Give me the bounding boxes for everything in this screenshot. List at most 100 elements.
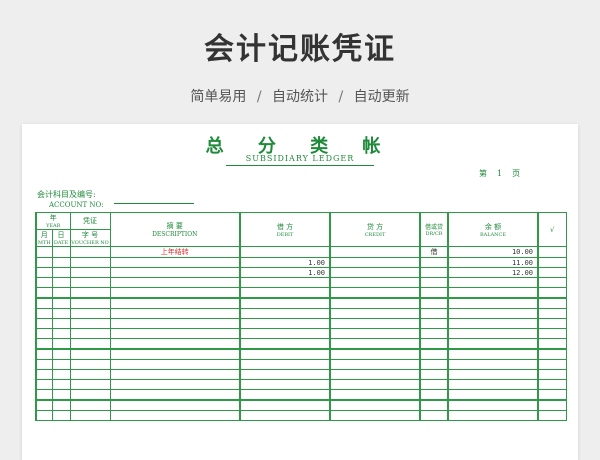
credit-cell[interactable] — [329, 297, 421, 309]
day-cell[interactable] — [51, 348, 71, 360]
dc-cell[interactable] — [419, 267, 449, 278]
check-cell[interactable] — [537, 246, 567, 258]
debit-cell[interactable] — [239, 379, 331, 390]
dc-cell[interactable] — [419, 359, 449, 370]
voucher-cell[interactable] — [69, 267, 111, 278]
balance-cell[interactable] — [447, 348, 539, 360]
debit-cell[interactable] — [239, 246, 331, 258]
month-cell[interactable] — [35, 246, 53, 258]
description-cell[interactable] — [109, 338, 241, 350]
month-cell[interactable] — [35, 389, 53, 401]
debit-cell[interactable] — [239, 389, 331, 401]
credit-cell[interactable] — [329, 399, 421, 411]
check-cell[interactable] — [537, 379, 567, 390]
check-cell[interactable] — [537, 348, 567, 360]
debit-cell[interactable]: 1.00 — [239, 257, 331, 268]
month-cell[interactable] — [35, 328, 53, 339]
month-cell[interactable] — [35, 318, 53, 329]
balance-cell[interactable] — [447, 379, 539, 390]
dc-cell[interactable] — [419, 348, 449, 360]
debit-cell[interactable] — [239, 318, 331, 329]
day-cell[interactable] — [51, 318, 71, 329]
debit-cell[interactable]: 1.00 — [239, 267, 331, 278]
voucher-cell[interactable] — [69, 348, 111, 360]
dc-cell[interactable] — [419, 338, 449, 350]
credit-cell[interactable] — [329, 410, 421, 421]
description-cell[interactable] — [109, 369, 241, 380]
dc-cell[interactable] — [419, 277, 449, 288]
credit-cell[interactable] — [329, 277, 421, 288]
check-cell[interactable] — [537, 308, 567, 319]
voucher-cell[interactable] — [69, 318, 111, 329]
month-cell[interactable] — [35, 297, 53, 309]
description-cell[interactable] — [109, 308, 241, 319]
balance-cell[interactable] — [447, 318, 539, 329]
dc-cell[interactable] — [419, 308, 449, 319]
check-cell[interactable] — [537, 359, 567, 370]
debit-cell[interactable] — [239, 410, 331, 421]
voucher-cell[interactable] — [69, 277, 111, 288]
voucher-cell[interactable] — [69, 399, 111, 411]
voucher-cell[interactable] — [69, 246, 111, 258]
check-cell[interactable] — [537, 399, 567, 411]
check-cell[interactable] — [537, 328, 567, 339]
balance-cell[interactable] — [447, 297, 539, 309]
credit-cell[interactable] — [329, 267, 421, 278]
debit-cell[interactable] — [239, 399, 331, 411]
debit-cell[interactable] — [239, 348, 331, 360]
month-cell[interactable] — [35, 410, 53, 421]
voucher-cell[interactable] — [69, 287, 111, 299]
day-cell[interactable] — [51, 369, 71, 380]
voucher-cell[interactable] — [69, 359, 111, 370]
dc-cell[interactable]: 借 — [419, 246, 449, 258]
description-cell[interactable] — [109, 277, 241, 288]
dc-cell[interactable] — [419, 328, 449, 339]
description-cell[interactable] — [109, 318, 241, 329]
day-cell[interactable] — [51, 389, 71, 401]
description-cell[interactable] — [109, 348, 241, 360]
credit-cell[interactable] — [329, 338, 421, 350]
voucher-cell[interactable] — [69, 297, 111, 309]
check-cell[interactable] — [537, 277, 567, 288]
voucher-cell[interactable] — [69, 369, 111, 380]
check-cell[interactable] — [537, 410, 567, 421]
debit-cell[interactable] — [239, 297, 331, 309]
balance-cell[interactable] — [447, 359, 539, 370]
description-cell[interactable] — [109, 410, 241, 421]
credit-cell[interactable] — [329, 328, 421, 339]
check-cell[interactable] — [537, 267, 567, 278]
balance-cell[interactable] — [447, 389, 539, 401]
debit-cell[interactable] — [239, 369, 331, 380]
month-cell[interactable] — [35, 338, 53, 350]
month-cell[interactable] — [35, 308, 53, 319]
voucher-cell[interactable] — [69, 257, 111, 268]
month-cell[interactable] — [35, 369, 53, 380]
dc-cell[interactable] — [419, 389, 449, 401]
dc-cell[interactable] — [419, 287, 449, 299]
description-cell[interactable] — [109, 267, 241, 278]
day-cell[interactable] — [51, 308, 71, 319]
credit-cell[interactable] — [329, 348, 421, 360]
month-cell[interactable] — [35, 267, 53, 278]
description-cell[interactable] — [109, 328, 241, 339]
page-number-value[interactable]: 1 — [497, 169, 502, 178]
dc-cell[interactable] — [419, 297, 449, 309]
description-cell[interactable] — [109, 399, 241, 411]
day-cell[interactable] — [51, 246, 71, 258]
balance-cell[interactable] — [447, 410, 539, 421]
balance-cell[interactable] — [447, 287, 539, 299]
credit-cell[interactable] — [329, 369, 421, 380]
day-cell[interactable] — [51, 267, 71, 278]
credit-cell[interactable] — [329, 308, 421, 319]
credit-cell[interactable] — [329, 246, 421, 258]
check-cell[interactable] — [537, 389, 567, 401]
month-cell[interactable] — [35, 277, 53, 288]
month-cell[interactable] — [35, 399, 53, 411]
description-cell[interactable] — [109, 297, 241, 309]
credit-cell[interactable] — [329, 287, 421, 299]
voucher-cell[interactable] — [69, 410, 111, 421]
description-cell[interactable] — [109, 389, 241, 401]
voucher-cell[interactable] — [69, 328, 111, 339]
voucher-cell[interactable] — [69, 379, 111, 390]
balance-cell[interactable] — [447, 338, 539, 350]
